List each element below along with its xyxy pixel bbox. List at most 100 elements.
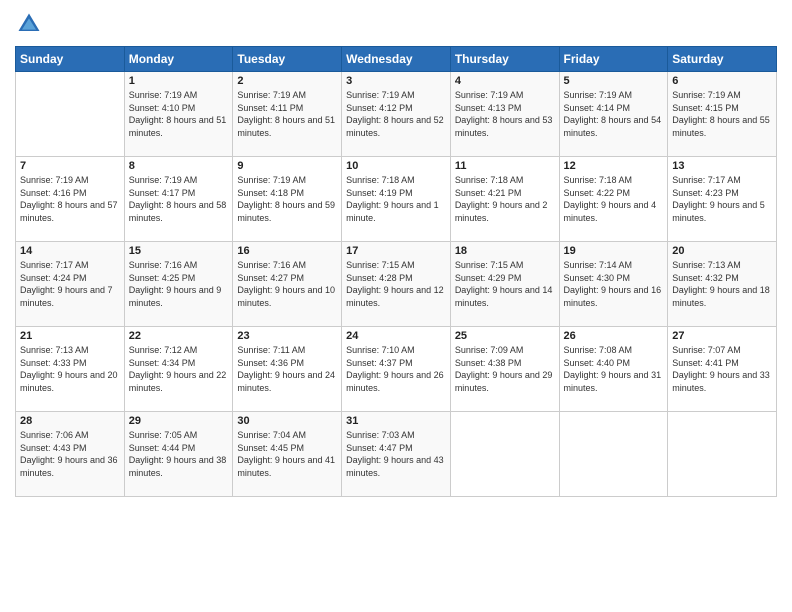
day-info: Sunrise: 7:14 AMSunset: 4:30 PMDaylight:… — [564, 259, 664, 309]
day-cell: 2 Sunrise: 7:19 AMSunset: 4:11 PMDaylight… — [233, 72, 342, 157]
day-cell: 30 Sunrise: 7:04 AMSunset: 4:45 PMDayligh… — [233, 412, 342, 497]
day-cell: 8 Sunrise: 7:19 AMSunset: 4:17 PMDaylight… — [124, 157, 233, 242]
day-number: 2 — [237, 75, 337, 87]
day-info: Sunrise: 7:19 AMSunset: 4:15 PMDaylight:… — [672, 89, 772, 139]
day-number: 25 — [455, 330, 555, 342]
day-number: 21 — [20, 330, 120, 342]
day-info: Sunrise: 7:19 AMSunset: 4:16 PMDaylight:… — [20, 174, 120, 224]
day-number: 29 — [129, 415, 229, 427]
day-number: 8 — [129, 160, 229, 172]
day-info: Sunrise: 7:15 AMSunset: 4:28 PMDaylight:… — [346, 259, 446, 309]
day-cell: 17 Sunrise: 7:15 AMSunset: 4:28 PMDayligh… — [342, 242, 451, 327]
day-cell: 23Sunrise: 7:11 AMSunset: 4:36 PMDayligh… — [233, 327, 342, 412]
day-cell — [450, 412, 559, 497]
week-row-0: 1 Sunrise: 7:19 AMSunset: 4:10 PMDaylight… — [16, 72, 777, 157]
day-info: Sunrise: 7:16 AMSunset: 4:25 PMDaylight:… — [129, 259, 229, 309]
day-number: 18 — [455, 245, 555, 257]
day-number: 14 — [20, 245, 120, 257]
day-info: Sunrise: 7:05 AMSunset: 4:44 PMDaylight:… — [129, 429, 229, 479]
day-number: 24 — [346, 330, 446, 342]
day-number: 6 — [672, 75, 772, 87]
day-info: Sunrise: 7:18 AMSunset: 4:21 PMDaylight:… — [455, 174, 555, 224]
day-info: Sunrise: 7:06 AMSunset: 4:43 PMDaylight:… — [20, 429, 120, 479]
day-number: 30 — [237, 415, 337, 427]
day-number: 11 — [455, 160, 555, 172]
day-cell: 18 Sunrise: 7:15 AMSunset: 4:29 PMDayligh… — [450, 242, 559, 327]
day-info: Sunrise: 7:13 AMSunset: 4:32 PMDaylight:… — [672, 259, 772, 309]
day-info: Sunrise: 7:15 AMSunset: 4:29 PMDaylight:… — [455, 259, 555, 309]
day-number: 31 — [346, 415, 446, 427]
week-row-3: 21 Sunrise: 7:13 AMSunset: 4:33 PMDayligh… — [16, 327, 777, 412]
day-info: Sunrise: 7:19 AMSunset: 4:10 PMDaylight:… — [129, 89, 229, 139]
day-cell: 31 Sunrise: 7:03 AMSunset: 4:47 PMDayligh… — [342, 412, 451, 497]
day-cell: 28 Sunrise: 7:06 AMSunset: 4:43 PMDayligh… — [16, 412, 125, 497]
day-info: Sunrise: 7:10 AMSunset: 4:37 PMDaylight:… — [346, 344, 446, 394]
day-cell: 16Sunrise: 7:16 AMSunset: 4:27 PMDayligh… — [233, 242, 342, 327]
col-header-wednesday: Wednesday — [342, 47, 451, 72]
day-info: Sunrise: 7:19 AMSunset: 4:14 PMDaylight:… — [564, 89, 664, 139]
day-cell: 7 Sunrise: 7:19 AMSunset: 4:16 PMDaylight… — [16, 157, 125, 242]
day-cell — [668, 412, 777, 497]
calendar-container: SundayMondayTuesdayWednesdayThursdayFrid… — [0, 0, 792, 612]
col-header-monday: Monday — [124, 47, 233, 72]
day-number: 17 — [346, 245, 446, 257]
day-info: Sunrise: 7:08 AMSunset: 4:40 PMDaylight:… — [564, 344, 664, 394]
day-number: 15 — [129, 245, 229, 257]
day-cell: 20 Sunrise: 7:13 AMSunset: 4:32 PMDayligh… — [668, 242, 777, 327]
day-cell: 14 Sunrise: 7:17 AMSunset: 4:24 PMDayligh… — [16, 242, 125, 327]
day-info: Sunrise: 7:19 AMSunset: 4:12 PMDaylight:… — [346, 89, 446, 139]
day-cell: 26Sunrise: 7:08 AMSunset: 4:40 PMDayligh… — [559, 327, 668, 412]
day-info: Sunrise: 7:07 AMSunset: 4:41 PMDaylight:… — [672, 344, 772, 394]
day-info: Sunrise: 7:17 AMSunset: 4:23 PMDaylight:… — [672, 174, 772, 224]
day-number: 3 — [346, 75, 446, 87]
day-number: 1 — [129, 75, 229, 87]
day-cell: 21 Sunrise: 7:13 AMSunset: 4:33 PMDayligh… — [16, 327, 125, 412]
day-cell: 29 Sunrise: 7:05 AMSunset: 4:44 PMDayligh… — [124, 412, 233, 497]
calendar-table: SundayMondayTuesdayWednesdayThursdayFrid… — [15, 46, 777, 497]
day-info: Sunrise: 7:17 AMSunset: 4:24 PMDaylight:… — [20, 259, 120, 309]
header — [15, 10, 777, 38]
week-row-4: 28 Sunrise: 7:06 AMSunset: 4:43 PMDayligh… — [16, 412, 777, 497]
day-cell: 13Sunrise: 7:17 AMSunset: 4:23 PMDayligh… — [668, 157, 777, 242]
day-cell: 15 Sunrise: 7:16 AMSunset: 4:25 PMDayligh… — [124, 242, 233, 327]
day-number: 12 — [564, 160, 664, 172]
day-cell: 3 Sunrise: 7:19 AMSunset: 4:12 PMDaylight… — [342, 72, 451, 157]
day-info: Sunrise: 7:13 AMSunset: 4:33 PMDaylight:… — [20, 344, 120, 394]
day-number: 23 — [237, 330, 337, 342]
day-cell: 27Sunrise: 7:07 AMSunset: 4:41 PMDayligh… — [668, 327, 777, 412]
logo-icon — [15, 10, 43, 38]
day-cell: 22 Sunrise: 7:12 AMSunset: 4:34 PMDayligh… — [124, 327, 233, 412]
day-number: 22 — [129, 330, 229, 342]
col-header-thursday: Thursday — [450, 47, 559, 72]
day-info: Sunrise: 7:19 AMSunset: 4:18 PMDaylight:… — [237, 174, 337, 224]
day-cell — [16, 72, 125, 157]
day-number: 20 — [672, 245, 772, 257]
col-header-friday: Friday — [559, 47, 668, 72]
col-header-tuesday: Tuesday — [233, 47, 342, 72]
day-info: Sunrise: 7:19 AMSunset: 4:13 PMDaylight:… — [455, 89, 555, 139]
day-info: Sunrise: 7:04 AMSunset: 4:45 PMDaylight:… — [237, 429, 337, 479]
day-info: Sunrise: 7:18 AMSunset: 4:22 PMDaylight:… — [564, 174, 664, 224]
day-info: Sunrise: 7:19 AMSunset: 4:11 PMDaylight:… — [237, 89, 337, 139]
logo — [15, 10, 47, 38]
day-number: 28 — [20, 415, 120, 427]
day-cell: 10Sunrise: 7:18 AMSunset: 4:19 PMDayligh… — [342, 157, 451, 242]
day-info: Sunrise: 7:19 AMSunset: 4:17 PMDaylight:… — [129, 174, 229, 224]
day-number: 5 — [564, 75, 664, 87]
day-cell: 4Sunrise: 7:19 AMSunset: 4:13 PMDaylight… — [450, 72, 559, 157]
day-number: 7 — [20, 160, 120, 172]
col-header-sunday: Sunday — [16, 47, 125, 72]
header-row: SundayMondayTuesdayWednesdayThursdayFrid… — [16, 47, 777, 72]
day-info: Sunrise: 7:18 AMSunset: 4:19 PMDaylight:… — [346, 174, 446, 224]
day-cell — [559, 412, 668, 497]
week-row-1: 7 Sunrise: 7:19 AMSunset: 4:16 PMDaylight… — [16, 157, 777, 242]
day-cell: 9Sunrise: 7:19 AMSunset: 4:18 PMDaylight… — [233, 157, 342, 242]
day-cell: 11 Sunrise: 7:18 AMSunset: 4:21 PMDayligh… — [450, 157, 559, 242]
day-cell: 24 Sunrise: 7:10 AMSunset: 4:37 PMDayligh… — [342, 327, 451, 412]
day-cell: 1 Sunrise: 7:19 AMSunset: 4:10 PMDaylight… — [124, 72, 233, 157]
day-info: Sunrise: 7:12 AMSunset: 4:34 PMDaylight:… — [129, 344, 229, 394]
day-info: Sunrise: 7:03 AMSunset: 4:47 PMDaylight:… — [346, 429, 446, 479]
week-row-2: 14 Sunrise: 7:17 AMSunset: 4:24 PMDayligh… — [16, 242, 777, 327]
day-cell: 12 Sunrise: 7:18 AMSunset: 4:22 PMDayligh… — [559, 157, 668, 242]
day-number: 19 — [564, 245, 664, 257]
